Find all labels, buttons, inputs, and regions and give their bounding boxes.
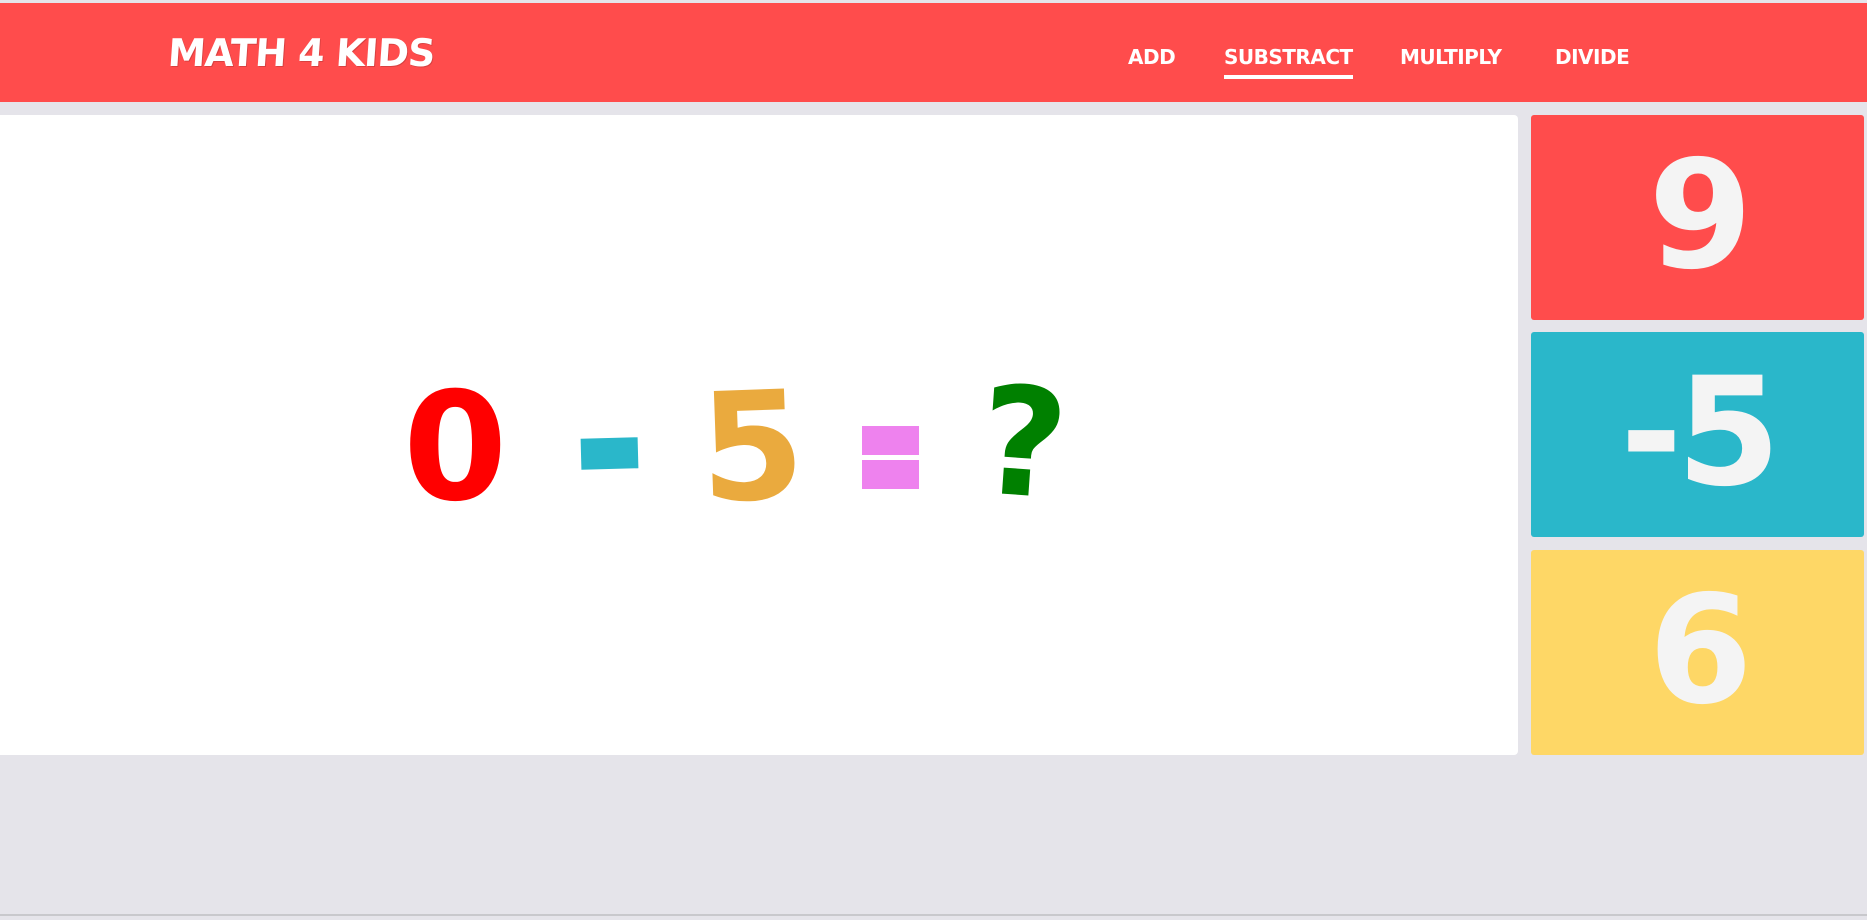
nav-divide[interactable]: DIVIDE: [1555, 45, 1630, 69]
minus-operator: [580, 437, 639, 470]
nav-multiply[interactable]: MULTIPLY: [1400, 45, 1502, 69]
answer-option-1-value: 9: [1648, 129, 1752, 303]
top-navigation-bar: MATH 4 KIDS ADD SUBSTRACT MULTIPLY DIVID…: [0, 0, 1867, 102]
answer-option-2-value: -5: [1620, 346, 1781, 520]
answer-option-3[interactable]: 6: [1531, 550, 1864, 755]
operand-a: 0: [403, 361, 508, 535]
unknown-result: ?: [974, 354, 1073, 534]
answer-option-2[interactable]: -5: [1531, 332, 1864, 537]
answer-option-3-value: 6: [1648, 564, 1752, 738]
operand-b: 5: [696, 359, 808, 537]
nav-substract[interactable]: SUBSTRACT: [1224, 45, 1353, 79]
app-logo[interactable]: MATH 4 KIDS: [166, 31, 435, 75]
bottom-divider: [0, 914, 1867, 916]
answer-option-1[interactable]: 9: [1531, 115, 1864, 320]
nav-add[interactable]: ADD: [1128, 45, 1176, 69]
problem-panel: 0 5 ?: [0, 115, 1518, 755]
